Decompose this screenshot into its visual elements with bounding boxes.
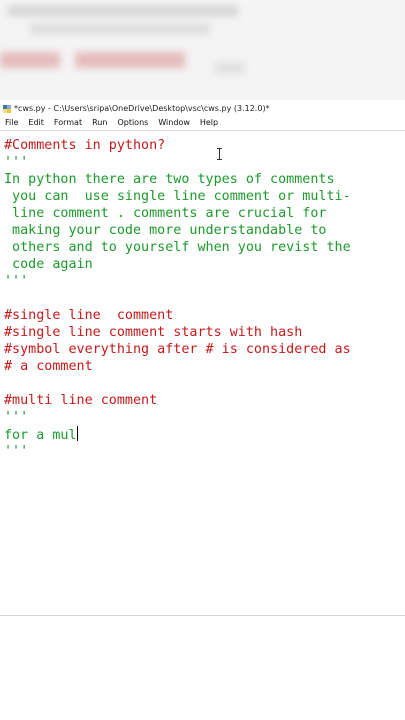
- blurred-background: [0, 0, 405, 100]
- text-cursor: [76, 426, 78, 441]
- code-line: #Comments in python?: [4, 138, 166, 153]
- menu-help[interactable]: Help: [195, 116, 223, 130]
- python-idle-icon: [3, 104, 11, 113]
- code-line: ''': [4, 155, 29, 170]
- menu-window[interactable]: Window: [153, 116, 195, 130]
- code-line: making your code more understandable to: [4, 223, 327, 238]
- code-line-text: for a mul: [4, 428, 77, 443]
- menu-format[interactable]: Format: [49, 116, 87, 130]
- menu-options[interactable]: Options: [112, 116, 153, 130]
- code-line: #multi line comment: [4, 393, 158, 408]
- window-titlebar[interactable]: *cws.py - C:\Users\sripa\OneDrive\Deskto…: [0, 101, 405, 117]
- code-line: ''': [4, 444, 29, 459]
- menu-file[interactable]: File: [0, 116, 23, 130]
- code-line: #symbol everything after # is considered…: [4, 342, 351, 357]
- code-line: In python there are two types of comment…: [4, 172, 335, 187]
- window-title: *cws.py - C:\Users\sripa\OneDrive\Deskto…: [14, 104, 270, 113]
- code-line: code again: [4, 257, 93, 272]
- text-cursor-icon: [216, 145, 223, 160]
- menu-bar: File Edit Format Run Options Window Help: [0, 116, 405, 131]
- code-editor[interactable]: #Comments in python? ''' In python there…: [0, 131, 405, 615]
- code-line: others and to yourself when you revist t…: [4, 240, 351, 255]
- code-line: line comment . comments are crucial for: [4, 206, 327, 221]
- code-line: #single line comment: [4, 308, 174, 323]
- code-line-current: for a mul: [4, 426, 78, 443]
- code-line: ''': [4, 410, 29, 425]
- blank-footer-area: [0, 616, 405, 720]
- code-line: ''': [4, 274, 29, 289]
- code-line: you can use single line comment or multi…: [4, 189, 351, 204]
- code-line: #single line comment starts with hash: [4, 325, 303, 340]
- menu-edit[interactable]: Edit: [23, 116, 49, 130]
- code-line: # a comment: [4, 359, 93, 374]
- menu-run[interactable]: Run: [87, 116, 112, 130]
